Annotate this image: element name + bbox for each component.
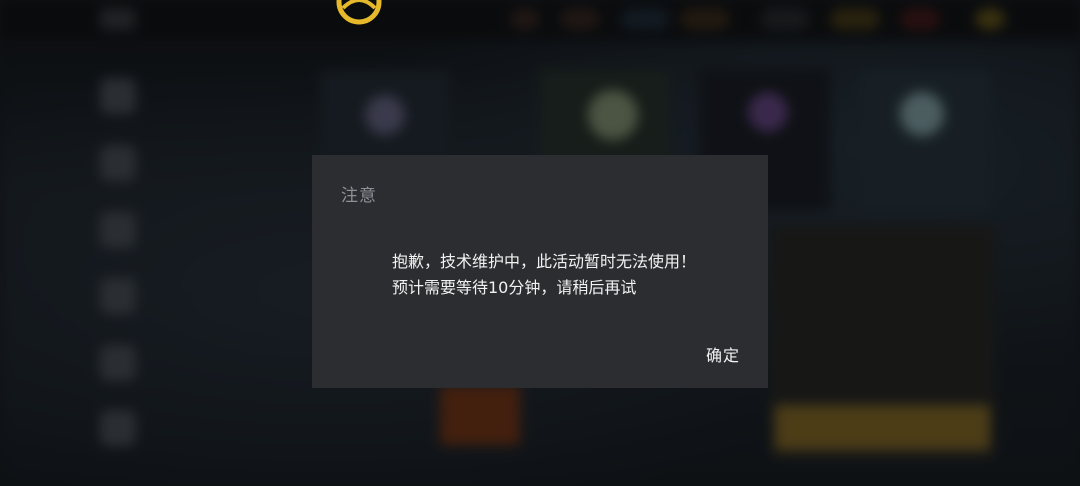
dialog-message-line: 抱歉，技术维护中，此活动暂时无法使用！ (392, 252, 697, 271)
dialog-message-line: 预计需要等待10分钟，请稍后再试 (392, 278, 637, 297)
screen: 注意 抱歉，技术维护中，此活动暂时无法使用！ 预计需要等待10分钟，请稍后再试 … (0, 0, 1080, 486)
dialog-title: 注意 (341, 186, 377, 206)
brand-logo-icon (336, 0, 382, 25)
confirm-button[interactable]: 确定 (706, 342, 740, 366)
dialog-message: 抱歉，技术维护中，此活动暂时无法使用！ 预计需要等待10分钟，请稍后再试 (392, 249, 696, 301)
notice-dialog: 注意 抱歉，技术维护中，此活动暂时无法使用！ 预计需要等待10分钟，请稍后再试 … (312, 155, 768, 388)
